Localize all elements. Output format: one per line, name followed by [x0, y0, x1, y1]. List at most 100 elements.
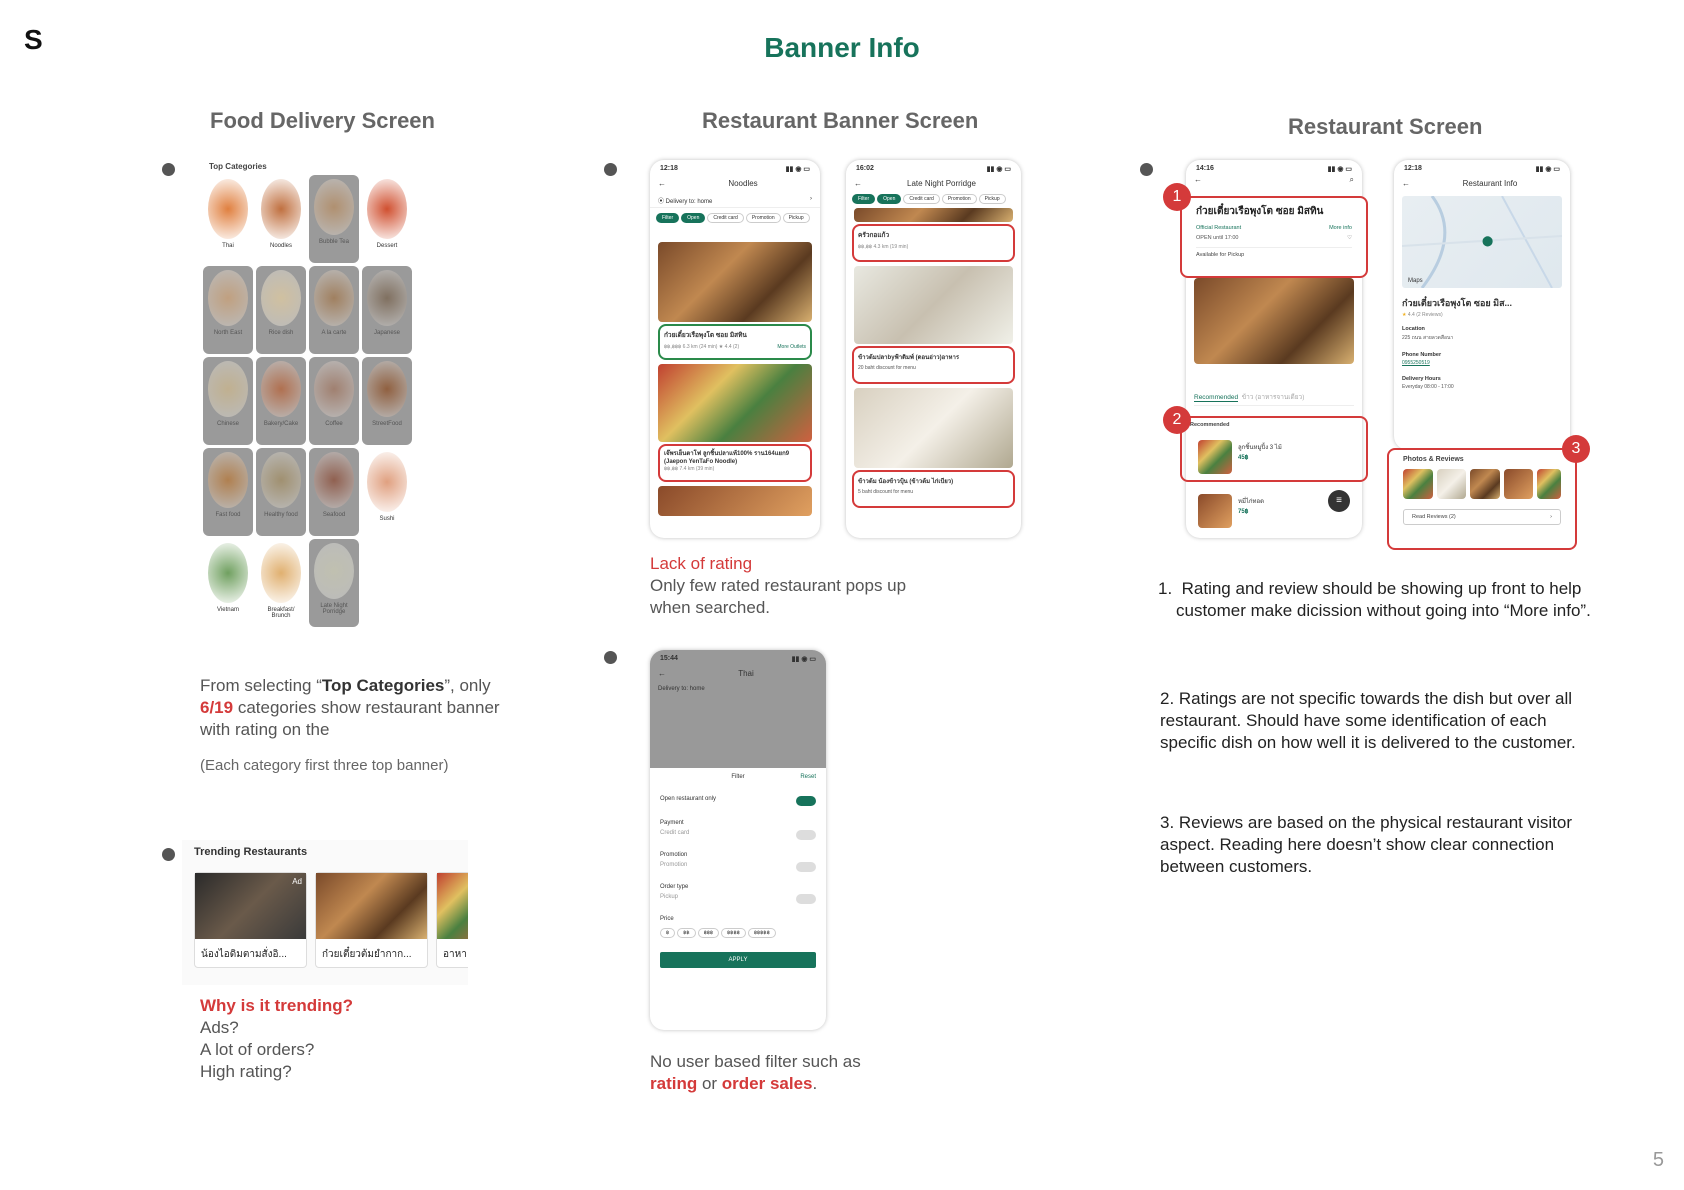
top-categories-heading: Top Categories	[209, 162, 267, 171]
category-image	[208, 452, 248, 508]
apply-button[interactable]: APPLY	[660, 952, 816, 968]
back-arrow-icon[interactable]: ←	[854, 179, 862, 188]
trending-reason: High rating?	[200, 1062, 292, 1081]
category-tile[interactable]: A la carte	[309, 266, 359, 354]
back-arrow-icon[interactable]: ←	[658, 179, 666, 188]
screen-title: ← Thai	[650, 663, 826, 684]
rating-text: 4.4 (2 Reviews)	[1407, 312, 1443, 318]
back-arrow-icon[interactable]: ←	[658, 669, 666, 678]
restaurant-card-highlight[interactable]: ครัวกอแก้ว ฿฿,฿฿ 4.3 km (19 min)	[852, 224, 1015, 262]
category-tile[interactable]: Sushi	[362, 448, 412, 536]
delivery-bar[interactable]: Delivery to: home	[650, 684, 826, 694]
category-tile[interactable]: Healthy food	[256, 448, 306, 536]
price-chip[interactable]: ฿฿	[677, 928, 696, 938]
chevron-right-icon: ›	[1550, 514, 1552, 520]
category-tile[interactable]: Rice dish	[256, 266, 306, 354]
filter-chip[interactable]: Filter	[656, 213, 680, 223]
category-tile[interactable]: Japanese	[362, 266, 412, 354]
category-tile[interactable]: Bakery/Cake	[256, 357, 306, 445]
category-tile[interactable]: Chinese	[203, 357, 253, 445]
review-photo[interactable]	[1503, 469, 1534, 499]
review-photo[interactable]	[1470, 469, 1500, 499]
filter-group-label: Promotion	[660, 852, 688, 858]
filter-note-rating: rating	[650, 1074, 698, 1093]
restaurant-card-highlight[interactable]: เจ๊พรเย็นตาโฟ ลูกชิ้นปลาแท้100% ราน164แย…	[658, 444, 812, 482]
category-label: Rice dish	[268, 330, 294, 336]
category-label: Dessert	[376, 243, 398, 249]
restaurant-banner-image[interactable]	[854, 266, 1013, 344]
trending-card-name: อาหา	[443, 949, 467, 960]
category-tile[interactable]: Fast food	[203, 448, 253, 536]
category-image	[367, 179, 407, 239]
trending-image	[316, 873, 427, 939]
restaurant-card-highlight[interactable]: ข้าวต้มปลาbyฟ้าดิมพ์ (ดอนอ่าว)อาหาร 20 b…	[852, 346, 1015, 384]
category-label: North East	[213, 330, 243, 336]
credit-card-toggle[interactable]	[796, 830, 816, 840]
tab-recommended[interactable]: Recommended	[1194, 394, 1239, 402]
category-tile[interactable]: Seafood	[309, 448, 359, 536]
category-tile[interactable]: Coffee	[309, 357, 359, 445]
filter-chip[interactable]: Pickup	[978, 194, 1006, 204]
filter-chip[interactable]: Promotion	[745, 213, 781, 223]
price-chip[interactable]: ฿฿฿฿฿	[747, 928, 776, 938]
category-tile[interactable]: Dessert	[362, 175, 412, 263]
phone-link[interactable]: 0955250519	[1394, 358, 1570, 368]
filter-chip[interactable]: Promotion	[941, 194, 977, 204]
open-only-toggle[interactable]	[796, 796, 816, 806]
category-tile[interactable]: Thai	[203, 175, 253, 263]
heart-icon[interactable]: ♡	[1347, 235, 1352, 241]
filter-chip[interactable]: Pickup	[782, 213, 810, 223]
back-arrow-icon[interactable]: ←	[1194, 175, 1202, 184]
filter-chip[interactable]: Open	[877, 194, 902, 204]
point-3: 3. Reviews are based on the physical res…	[1160, 813, 1572, 876]
restaurant-banner-image[interactable]	[658, 486, 812, 516]
filter-option: Pickup	[660, 894, 816, 904]
trending-card[interactable]: อาหา	[436, 872, 468, 968]
point-number: 1.	[1158, 579, 1182, 598]
review-photo[interactable]	[1537, 469, 1561, 499]
restaurant-banner-image[interactable]	[658, 364, 812, 442]
restaurant-card-highlight[interactable]: ก๋วยเตี๋ยวเรือพุงโต ซอย มิสทิน ฿฿,฿฿฿ 6.…	[658, 324, 812, 360]
hours-value: Everyday 08:00 - 17:00	[1402, 384, 1454, 390]
filter-note: No user based filter such as rating or o…	[650, 1051, 880, 1095]
category-tile[interactable]: Late Night Porridge	[309, 539, 359, 627]
tab-rice[interactable]: ข้าว (อาหารจานเดียว)	[1242, 394, 1305, 401]
trending-card[interactable]: Ad น้องไอดิมตามสั่งอิ...	[194, 872, 307, 968]
filter-chip[interactable]: Open	[681, 213, 706, 223]
back-arrow-icon[interactable]: ←	[1402, 179, 1410, 188]
filter-chip[interactable]: Credit card	[903, 194, 940, 204]
category-label: Healthy food	[264, 512, 298, 518]
category-tile[interactable]: Breakfast/ Brunch	[256, 539, 306, 627]
category-tile[interactable]: Noodles	[256, 175, 306, 263]
more-info-link[interactable]: More info	[1329, 225, 1352, 231]
filter-chip[interactable]: Filter	[852, 194, 876, 204]
category-label: Chinese	[216, 421, 239, 427]
restaurant-banner-image[interactable]	[658, 242, 812, 322]
chevron-right-icon: ›	[810, 196, 812, 202]
price-chip[interactable]: ฿฿฿฿	[721, 928, 746, 938]
category-tile[interactable]: Bubble Tea	[309, 175, 359, 263]
review-photo[interactable]	[1436, 469, 1467, 499]
price-chip[interactable]: ฿฿฿	[697, 928, 720, 938]
trending-card[interactable]: ก๋วยเตี๋ยวต้มยำกาก...	[315, 872, 428, 968]
restaurant-banner-image[interactable]	[854, 208, 1013, 222]
map-view[interactable]: ⬤ Maps	[1402, 196, 1562, 288]
category-tile[interactable]: StreetFood	[362, 357, 412, 445]
restaurant-card-highlight[interactable]: ข้าวต้ม น้องข้าวปุ้น (ข้าวต้ม ไก่เบียว) …	[852, 470, 1015, 508]
screen-title-text: Noodles	[728, 179, 758, 188]
category-image	[314, 361, 354, 417]
pickup-toggle[interactable]	[796, 894, 816, 904]
category-tile[interactable]: Vietnam	[203, 539, 253, 627]
promotion-toggle[interactable]	[796, 862, 816, 872]
filter-chip[interactable]: Credit card	[707, 213, 744, 223]
search-icon[interactable]: ⌕	[1350, 175, 1354, 185]
category-tile[interactable]: North East	[203, 266, 253, 354]
read-reviews-button[interactable]: Read Reviews (2) ›	[1403, 509, 1561, 525]
restaurant-banner-image[interactable]	[854, 388, 1013, 468]
delivery-bar[interactable]: ⦿ Delivery to: home ›	[650, 194, 820, 208]
menu-icon[interactable]: ≡	[1328, 490, 1350, 512]
more-outlets-link[interactable]: More Outlets	[777, 344, 806, 350]
review-photo[interactable]	[1403, 469, 1433, 499]
price-chip[interactable]: ฿	[660, 928, 676, 938]
reset-button[interactable]: Reset	[800, 774, 816, 780]
